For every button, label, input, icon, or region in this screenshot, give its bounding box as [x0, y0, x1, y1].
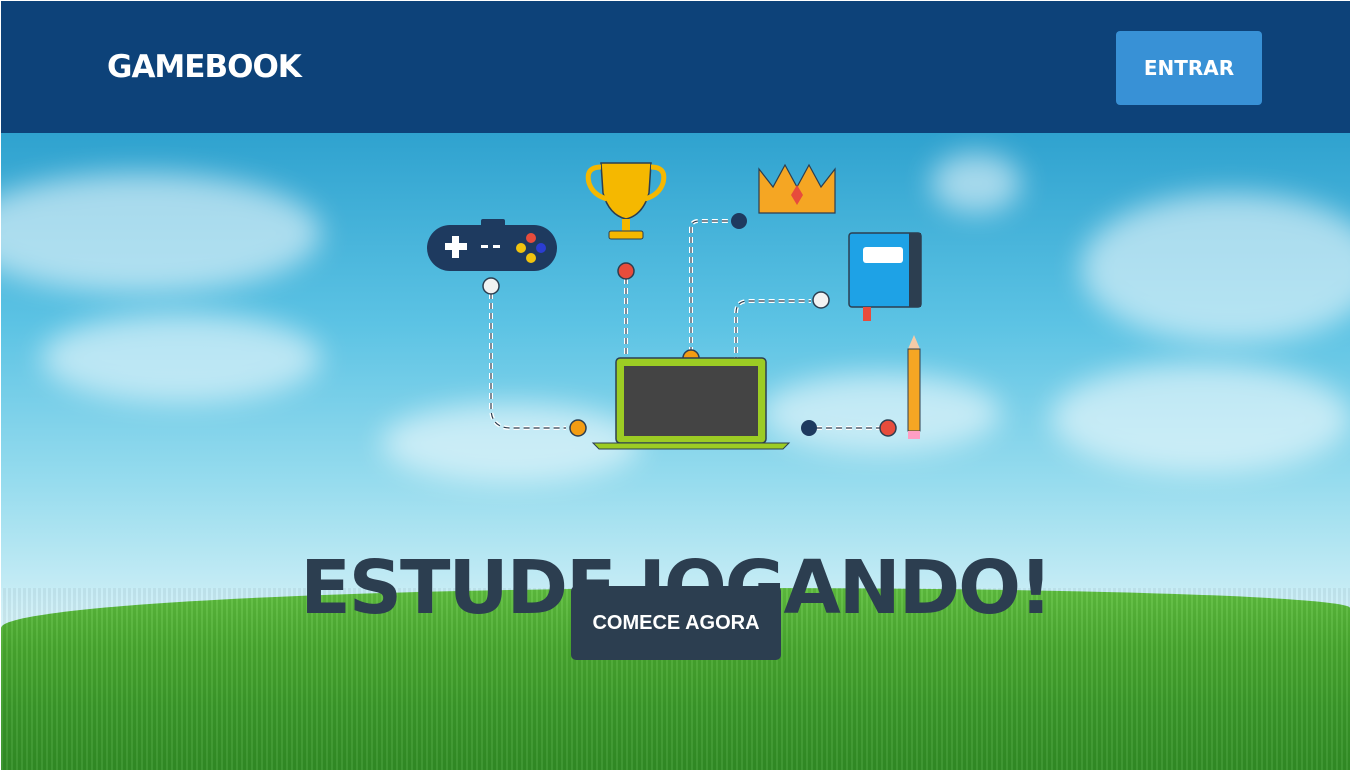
learning-illustration: [427, 162, 922, 450]
pencil-icon: [907, 335, 921, 439]
start-now-button[interactable]: COMECE AGORA: [571, 586, 781, 660]
book-icon: [848, 232, 922, 321]
gamepad-icon: [427, 219, 557, 271]
navbar: GAMEBOOK ENTRAR: [1, 1, 1350, 133]
crown-icon: [758, 163, 836, 214]
cloud: [1081, 193, 1350, 343]
login-button[interactable]: ENTRAR: [1116, 31, 1262, 105]
trophy-icon: [585, 162, 667, 240]
cloud: [1, 173, 321, 293]
cloud: [41, 313, 321, 403]
brand-logo[interactable]: GAMEBOOK: [107, 49, 302, 85]
hero-section: ESTUDE JOGANDO! COMECE AGORA: [1, 133, 1350, 770]
cloud: [1051, 363, 1350, 473]
laptop-icon: [591, 357, 791, 450]
